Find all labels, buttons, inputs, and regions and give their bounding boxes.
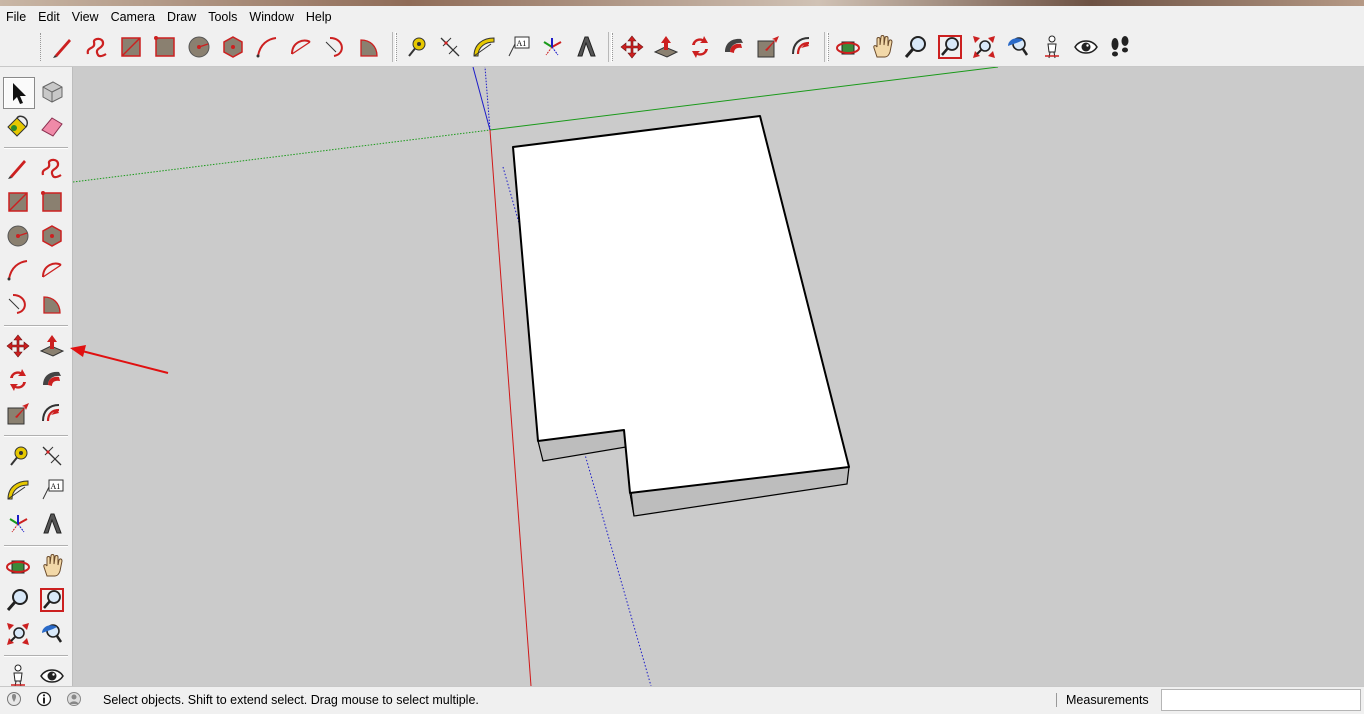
circle-icon[interactable] [3,221,33,251]
protractor-icon[interactable] [3,475,33,505]
menu-draw[interactable]: Draw [161,6,202,28]
rotate-icon[interactable] [685,32,715,62]
tape-measure-icon[interactable] [3,441,33,471]
pan-icon[interactable] [37,551,67,581]
protractor-icon[interactable] [469,32,499,62]
offset-icon[interactable] [37,399,67,429]
move-icon[interactable] [3,331,33,361]
menu-bar: File Edit View Camera Draw Tools Window … [0,6,1364,28]
freehand-icon[interactable] [37,153,67,183]
rectangle-icon[interactable] [3,187,33,217]
text-icon[interactable]: A1 [37,475,67,505]
previous-view-icon[interactable] [1003,32,1033,62]
select-icon[interactable] [3,77,35,109]
toolbar-separator [4,147,68,149]
orbit-icon[interactable] [3,551,33,581]
look-around-icon[interactable] [1071,32,1101,62]
toolbar-separator [4,655,68,657]
orbit-icon[interactable] [833,32,863,62]
user-account-icon[interactable] [66,691,82,707]
follow-me-icon[interactable] [37,365,67,395]
line-pencil-icon[interactable] [3,153,33,183]
svg-text:A1: A1 [517,39,527,48]
menu-view[interactable]: View [66,6,105,28]
toolbar-separator [4,435,68,437]
status-divider [1056,693,1057,707]
toolbar-grip[interactable] [828,33,832,61]
zoom-extents-icon[interactable] [969,32,999,62]
status-bar: Select objects. Shift to extend select. … [0,686,1364,712]
menu-tools[interactable]: Tools [202,6,243,28]
pie-icon[interactable] [354,32,384,62]
polygon-icon[interactable] [218,32,248,62]
menu-window[interactable]: Window [243,6,299,28]
credits-info-icon[interactable] [36,691,52,707]
toolbar-grip[interactable] [612,33,616,61]
pie-icon[interactable] [37,289,67,319]
walk-icon[interactable] [1105,32,1135,62]
polygon-icon[interactable] [37,221,67,251]
top-toolbar: A1 [0,28,1364,67]
axes-icon[interactable] [537,32,567,62]
status-message: Select objects. Shift to extend select. … [103,693,479,707]
toolbar-grip[interactable] [396,33,400,61]
make-component-icon[interactable] [37,77,67,107]
measurements-input[interactable] [1161,689,1361,711]
rotate-icon[interactable] [3,365,33,395]
rotated-rectangle-icon[interactable] [37,187,67,217]
pan-icon[interactable] [867,32,897,62]
two-point-arc-icon[interactable] [37,255,67,285]
offset-icon[interactable] [787,32,817,62]
axes-icon[interactable] [3,509,33,539]
arc-icon[interactable] [3,255,33,285]
three-point-arc-icon[interactable] [320,32,350,62]
position-camera-icon[interactable] [1037,32,1067,62]
arc-icon[interactable] [252,32,282,62]
previous-view-icon[interactable] [37,619,67,649]
text-icon[interactable]: A1 [503,32,533,62]
freehand-icon[interactable] [82,32,112,62]
push-pull-icon[interactable] [651,32,681,62]
3d-text-icon[interactable] [37,509,67,539]
extruded-shape[interactable] [512,115,850,517]
follow-me-icon[interactable] [719,32,749,62]
scale-icon[interactable] [753,32,783,62]
circle-icon[interactable] [184,32,214,62]
measurements-label: Measurements [1066,693,1149,707]
dimension-icon[interactable] [37,441,67,471]
line-pencil-icon[interactable] [48,32,78,62]
zoom-icon[interactable] [3,585,33,615]
menu-edit[interactable]: Edit [32,6,66,28]
three-point-arc-icon[interactable] [3,289,33,319]
two-point-arc-icon[interactable] [286,32,316,62]
dimension-icon[interactable] [435,32,465,62]
menu-help[interactable]: Help [300,6,338,28]
left-toolbar: A1 [0,67,73,688]
geolocation-icon[interactable] [6,691,22,707]
svg-text:A1: A1 [51,482,61,491]
rectangle-icon[interactable] [116,32,146,62]
tape-measure-icon[interactable] [401,32,431,62]
menu-file[interactable]: File [0,6,32,28]
zoom-extents-icon[interactable] [3,619,33,649]
toolbar-separator [4,545,68,547]
push-pull-icon[interactable] [37,331,67,361]
toolbar-separator [4,325,68,327]
zoom-window-icon[interactable] [37,585,67,615]
move-icon[interactable] [617,32,647,62]
menu-camera[interactable]: Camera [105,6,161,28]
zoom-icon[interactable] [901,32,931,62]
green-axis-negative [73,129,491,183]
zoom-window-icon[interactable] [935,32,965,62]
toolbar-grip[interactable] [40,33,44,61]
scale-icon[interactable] [3,399,33,429]
3d-text-icon[interactable] [571,32,601,62]
eraser-icon[interactable] [37,111,67,141]
blue-axis-positive [472,67,491,131]
drawing-viewport[interactable] [73,67,1364,686]
paint-bucket-icon[interactable] [3,111,33,141]
rotated-rectangle-icon[interactable] [150,32,180,62]
